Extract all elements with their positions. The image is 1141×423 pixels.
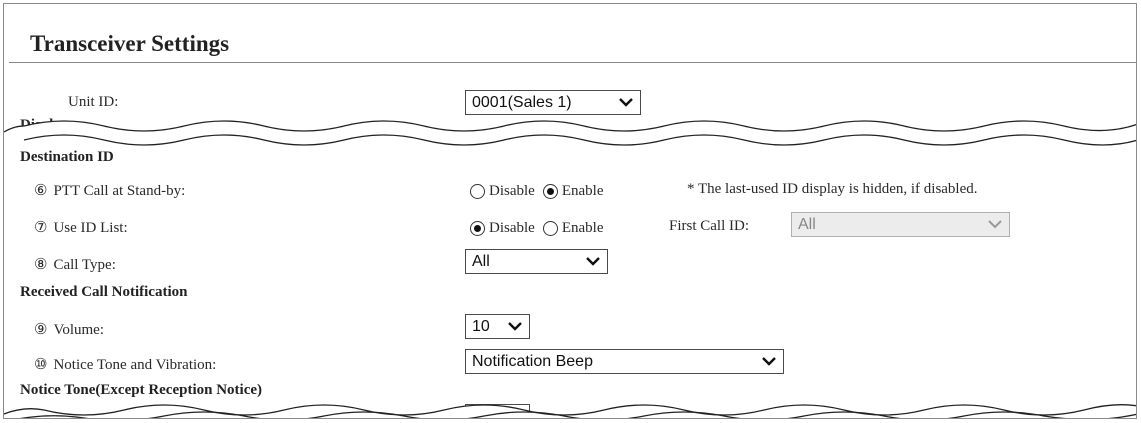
ptt-call-disable-radio[interactable] (470, 184, 485, 199)
first-call-id-select[interactable]: All (791, 212, 1010, 237)
title-divider (9, 62, 1136, 63)
item-number-6: ⑥ (34, 183, 48, 199)
wavy-break-bottom (4, 404, 1136, 418)
unit-id-label: Unit ID: (68, 94, 119, 110)
use-id-list-enable-option[interactable]: Enable (542, 220, 604, 237)
volume-text: Volume: (53, 322, 105, 338)
call-type-text: Call Type: (53, 257, 116, 273)
first-call-id-label: First Call ID: (669, 218, 750, 234)
use-id-list-enable-label: Enable (561, 220, 604, 236)
received-call-heading: Received Call Notification (20, 284, 188, 300)
use-id-list-radio-group: Disable Enable (470, 220, 611, 237)
chevron-down-icon (988, 220, 1002, 229)
volume-label: ⑨ Volume: (34, 320, 104, 339)
use-id-list-disable-option[interactable]: Disable (470, 220, 535, 237)
page-title: Transceiver Settings (30, 31, 230, 56)
use-id-list-disable-radio[interactable] (470, 221, 485, 236)
call-type-label: ⑧ Call Type: (34, 255, 116, 274)
use-id-list-text: Use ID List: (53, 220, 128, 236)
wavy-break-top (4, 120, 1136, 146)
chevron-down-icon (619, 98, 633, 107)
notice-tone-label: ⑩ Notice Tone and Vibration: (34, 355, 216, 374)
settings-panel: Transceiver Settings Unit ID: 0001(Sales… (3, 3, 1137, 419)
use-id-list-disable-label: Disable (489, 220, 535, 236)
ptt-call-text: PTT Call at Stand-by: (53, 183, 186, 199)
item-number-9: ⑨ (34, 322, 48, 338)
ptt-call-enable-label: Enable (561, 183, 604, 199)
notice-tone-value: Notification Beep (472, 352, 593, 370)
ptt-call-disable-label: Disable (489, 183, 535, 199)
use-id-list-enable-radio[interactable] (542, 221, 558, 236)
destination-id-heading: Destination ID (20, 149, 114, 165)
call-type-select[interactable]: All (465, 249, 608, 274)
unit-id-value: 0001(Sales 1) (472, 93, 572, 111)
unit-id-select[interactable]: 0001(Sales 1) (465, 90, 641, 115)
ptt-call-disable-option[interactable]: Disable (470, 183, 535, 200)
volume-value: 10 (472, 317, 490, 335)
first-call-id-value: All (798, 215, 816, 233)
item-number-8: ⑧ (34, 257, 48, 273)
chevron-down-icon (508, 322, 522, 331)
notice-tone-select[interactable]: Notification Beep (465, 349, 784, 374)
chevron-down-icon (586, 257, 600, 266)
item-number-7: ⑦ (34, 220, 48, 236)
notice-tone-text: Notice Tone and Vibration: (53, 357, 217, 373)
use-id-list-label: ⑦ Use ID List: (34, 218, 128, 237)
volume-select[interactable]: 10 (465, 314, 530, 339)
item-number-10: ⑩ (34, 357, 48, 373)
ptt-call-note: * The last-used ID display is hidden, if… (687, 181, 978, 197)
ptt-call-enable-option[interactable]: Enable (542, 183, 604, 200)
ptt-call-radio-group: Disable Enable (470, 183, 611, 200)
call-type-value: All (472, 252, 490, 270)
ptt-call-enable-radio[interactable] (542, 184, 558, 199)
ptt-call-label: ⑥ PTT Call at Stand-by: (34, 181, 185, 200)
chevron-down-icon (762, 357, 776, 366)
